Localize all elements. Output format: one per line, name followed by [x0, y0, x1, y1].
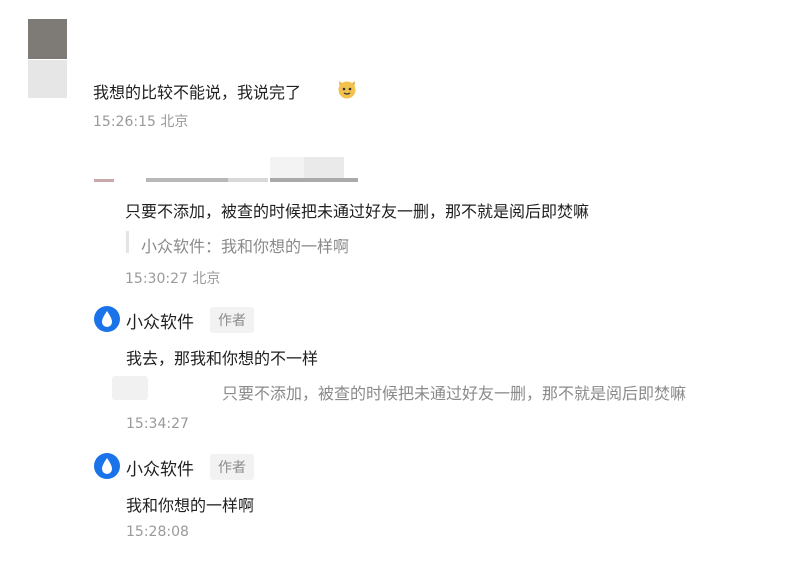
comment-time: 15:28:08 — [126, 524, 189, 540]
author-name[interactable]: 小众软件 — [126, 308, 194, 333]
blurred-quote-avatar — [112, 376, 148, 400]
quoted-reply[interactable]: 只要不添加，被查的时候把未通过好友一删，那不就是阅后即焚嘛 — [222, 380, 686, 404]
comment-time: 15:26:15 北京 — [93, 114, 189, 130]
author-badge: 作者 — [210, 307, 254, 333]
author-badge: 作者 — [210, 454, 254, 480]
comment-time: 15:34:27 — [126, 416, 189, 432]
blurred-header — [94, 157, 358, 183]
comment-text: 只要不添加，被查的时候把未通过好友一删，那不就是阅后即焚嘛 — [125, 202, 590, 221]
water-drop-logo-icon[interactable] — [94, 306, 120, 332]
water-drop-logo-icon[interactable] — [94, 453, 120, 479]
comment-text: 我去，那我和你想的不一样 — [126, 349, 319, 368]
comment-text: 我和你想的一样啊 — [126, 496, 255, 515]
author-name[interactable]: 小众软件 — [126, 455, 194, 480]
cat-face-emoji-icon — [336, 77, 358, 99]
quoted-reply[interactable]: 小众软件：我和你想的一样啊 — [141, 233, 349, 257]
comment-text: 我想的比较不能说，我说完了 — [93, 83, 302, 102]
blurred-avatar[interactable] — [28, 19, 67, 59]
blurred-avatar-lower — [28, 60, 67, 98]
quote-bar — [126, 231, 129, 253]
comment-time: 15:30:27 北京 — [125, 271, 221, 287]
